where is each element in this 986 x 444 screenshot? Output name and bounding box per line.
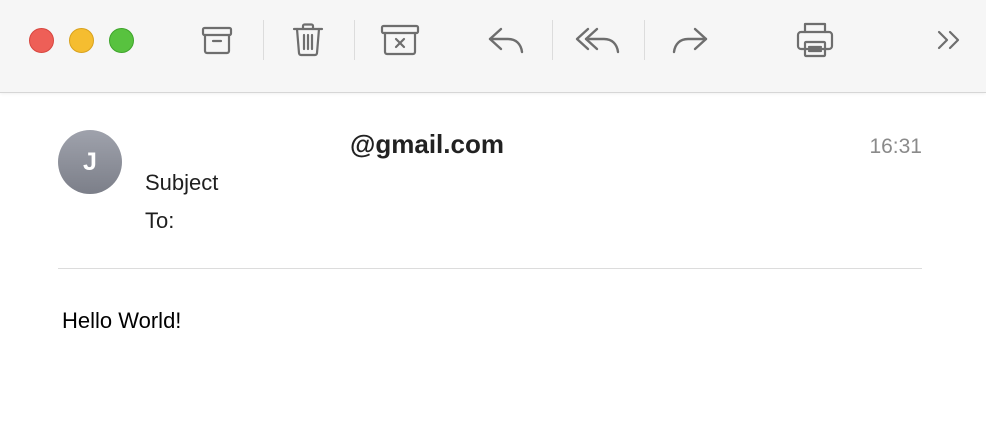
forward-button[interactable] (666, 18, 714, 62)
toolbar-separator (263, 20, 264, 60)
archive-icon (201, 26, 233, 55)
sender-address[interactable]: @gmail.com (350, 129, 504, 160)
reply-button[interactable] (482, 18, 530, 62)
chevron-double-right-icon (937, 30, 960, 50)
toolbar-separator (644, 20, 645, 60)
sender-avatar: J (58, 130, 122, 194)
printer-icon (796, 22, 834, 58)
message-subject: Subject (145, 170, 219, 195)
close-window-button[interactable] (29, 28, 54, 53)
reply-all-icon (575, 27, 620, 54)
toolbar-separator (552, 20, 553, 60)
header-divider (58, 268, 922, 269)
toolbar-separator (354, 20, 355, 60)
minimize-window-button[interactable] (69, 28, 94, 53)
archive-button[interactable] (193, 18, 241, 62)
message-time: 16:31 (869, 135, 922, 158)
print-button[interactable] (791, 18, 839, 62)
avatar-initial: J (83, 147, 97, 176)
message-body: Hello World! (62, 308, 182, 333)
junk-button[interactable] (376, 18, 424, 62)
reply-icon (488, 27, 524, 54)
toolbar (0, 0, 986, 93)
junk-icon (380, 24, 420, 56)
trash-icon (292, 23, 324, 57)
recipient-label: To: (145, 208, 175, 233)
more-toolbar-items-button[interactable] (926, 18, 974, 62)
mail-window: J @gmail.com 16:31 Subject To: Hello Wor… (0, 0, 986, 444)
forward-icon (672, 27, 708, 54)
delete-button[interactable] (284, 18, 332, 62)
zoom-window-button[interactable] (109, 28, 134, 53)
reply-all-button[interactable] (574, 18, 622, 62)
